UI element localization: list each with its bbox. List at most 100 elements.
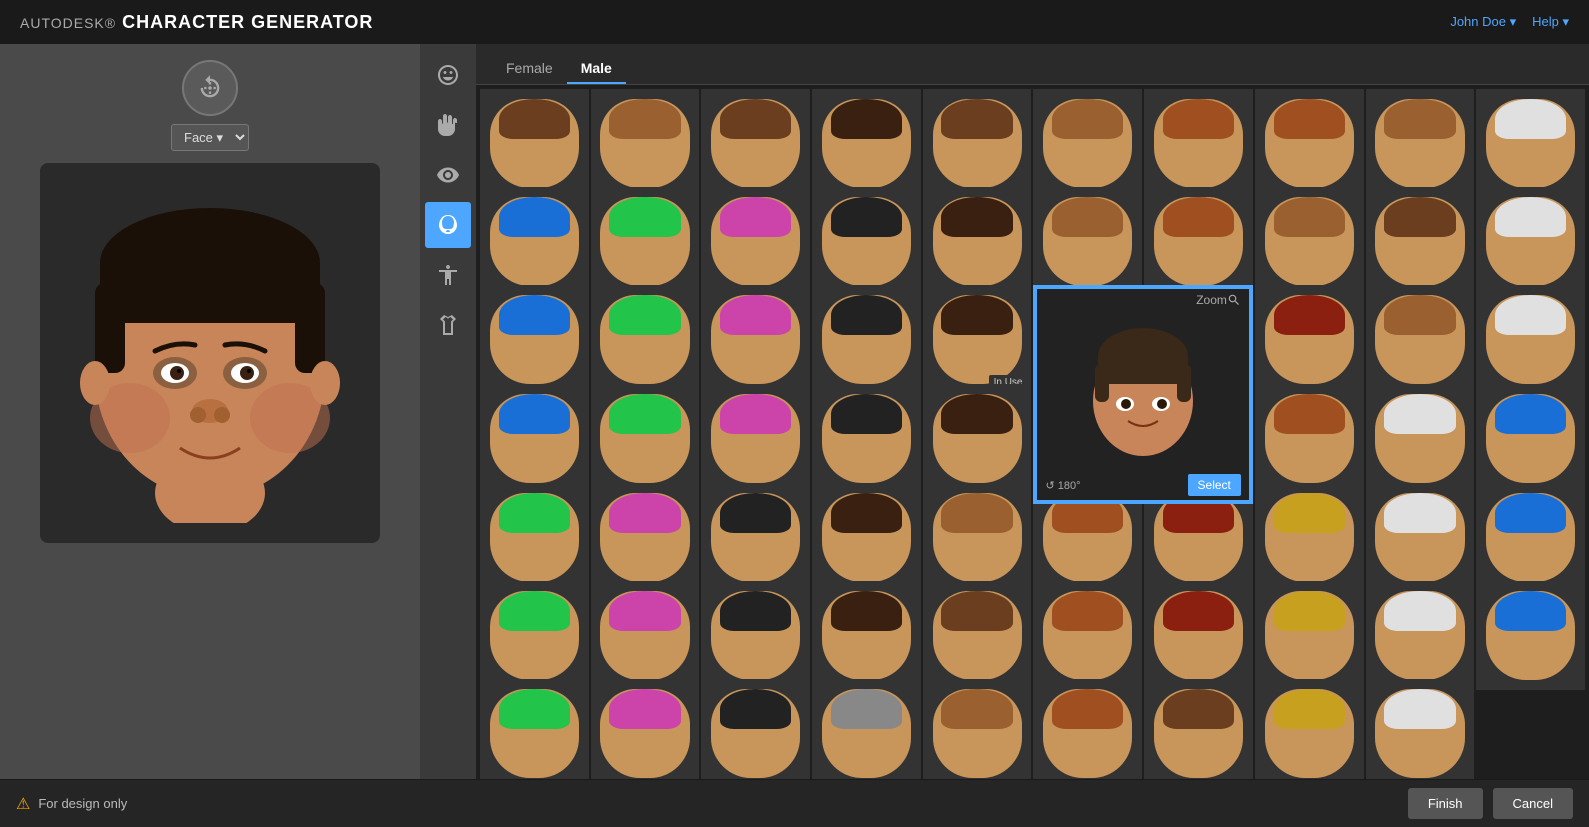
hair-item[interactable]: [1366, 581, 1475, 690]
hair-item[interactable]: [812, 89, 921, 198]
zoom-popup-header[interactable]: Zoom: [1037, 289, 1248, 311]
hair-item[interactable]: [1255, 679, 1364, 779]
hair-item[interactable]: [923, 187, 1032, 296]
hair-item[interactable]: [1255, 581, 1364, 690]
hair-item[interactable]: [812, 483, 921, 592]
hair-item[interactable]: [1255, 384, 1364, 493]
tab-male[interactable]: Male: [567, 54, 626, 84]
hair-item[interactable]: [701, 679, 810, 779]
rotate-label: ↺ 180°: [1045, 479, 1080, 492]
hair-item[interactable]: [1033, 89, 1142, 198]
hair-item[interactable]: [1255, 483, 1364, 592]
hair-item-zoomed[interactable]: Zoom: [1033, 285, 1252, 504]
body-shape-icon: [436, 263, 460, 287]
app-name: CHARACTER GENERATOR: [122, 12, 373, 32]
gender-tabs: Female Male: [476, 44, 1589, 85]
hair-item[interactable]: [591, 483, 700, 592]
hair-item[interactable]: [480, 187, 589, 296]
hair-item[interactable]: [812, 285, 921, 394]
hair-item[interactable]: [701, 483, 810, 592]
sidebar-icon-eye[interactable]: [425, 152, 471, 198]
hair-item[interactable]: [1476, 384, 1585, 493]
hair-item[interactable]: [1255, 187, 1364, 296]
hair-item[interactable]: [701, 285, 810, 394]
bottom-bar: ⚠ For design only Finish Cancel: [0, 779, 1589, 827]
hair-item[interactable]: [1255, 89, 1364, 198]
hair-item[interactable]: [591, 679, 700, 779]
hair-item[interactable]: [1476, 187, 1585, 296]
hair-item[interactable]: [923, 89, 1032, 198]
hair-item[interactable]: [923, 581, 1032, 690]
hair-item[interactable]: [701, 187, 810, 296]
hair-item[interactable]: [701, 89, 810, 198]
nav-controls: [182, 60, 238, 116]
sidebar-icon-clothes[interactable]: [425, 302, 471, 348]
hair-item[interactable]: [812, 581, 921, 690]
hair-item[interactable]: [923, 679, 1032, 779]
finish-button[interactable]: Finish: [1408, 788, 1483, 819]
hair-item[interactable]: [480, 679, 589, 779]
hair-item[interactable]: [1366, 285, 1475, 394]
icon-sidebar: [420, 44, 476, 779]
app-title: AUTODESK® CHARACTER GENERATOR: [20, 12, 373, 33]
hair-item[interactable]: [812, 384, 921, 493]
hair-item[interactable]: [1144, 187, 1253, 296]
warning-text: For design only: [38, 796, 127, 811]
topbar-right: John Doe ▾ Help ▾: [1450, 14, 1569, 30]
hair-item-in-use[interactable]: In Use: [923, 285, 1032, 394]
sidebar-icon-face[interactable]: [425, 52, 471, 98]
character-preview: [40, 163, 380, 543]
hair-grid: In Use Zoom: [476, 85, 1589, 779]
hair-item[interactable]: [1476, 89, 1585, 198]
hair-item[interactable]: [1144, 89, 1253, 198]
rotate-icon: [196, 74, 224, 102]
hair-item[interactable]: [1366, 679, 1475, 779]
cancel-button[interactable]: Cancel: [1493, 788, 1573, 819]
user-menu[interactable]: John Doe ▾: [1450, 14, 1516, 30]
zoomed-head-svg: [1083, 326, 1203, 456]
hair-item[interactable]: [591, 581, 700, 690]
hair-item[interactable]: [591, 187, 700, 296]
topbar: AUTODESK® CHARACTER GENERATOR John Doe ▾…: [0, 0, 1589, 44]
select-button[interactable]: Select: [1188, 474, 1241, 496]
sidebar-icon-hand[interactable]: [425, 102, 471, 148]
hair-item[interactable]: [1033, 187, 1142, 296]
hair-item[interactable]: [1255, 285, 1364, 394]
hair-item[interactable]: [1366, 187, 1475, 296]
hair-item[interactable]: [1476, 581, 1585, 690]
zoom-icon: [1227, 293, 1241, 307]
hair-item[interactable]: [701, 384, 810, 493]
hair-item[interactable]: [480, 285, 589, 394]
sidebar-icon-body[interactable]: [425, 252, 471, 298]
hair-item[interactable]: [591, 89, 700, 198]
hair-item[interactable]: [1366, 483, 1475, 592]
hair-item[interactable]: [480, 384, 589, 493]
hair-item[interactable]: [1144, 581, 1253, 690]
hair-item[interactable]: [1476, 285, 1585, 394]
hair-item[interactable]: [923, 483, 1032, 592]
hair-item[interactable]: [812, 679, 921, 779]
hair-item[interactable]: [923, 384, 1032, 493]
face-dropdown[interactable]: Face ▾: [171, 124, 249, 151]
brand-name: AUTODESK®: [20, 15, 116, 31]
hair-item[interactable]: [812, 187, 921, 296]
tab-female[interactable]: Female: [492, 54, 567, 84]
rotate-control[interactable]: [182, 60, 238, 116]
hair-item[interactable]: [591, 384, 700, 493]
main-layout: Face ▾: [0, 44, 1589, 779]
hair-item[interactable]: [480, 581, 589, 690]
sidebar-icon-hair[interactable]: [425, 202, 471, 248]
help-menu[interactable]: Help ▾: [1532, 14, 1569, 30]
hair-item[interactable]: [1033, 581, 1142, 690]
hair-item[interactable]: [1476, 483, 1585, 592]
zoom-label: Zoom: [1196, 293, 1227, 307]
hair-item[interactable]: [1144, 679, 1253, 779]
hair-item[interactable]: [480, 483, 589, 592]
hair-item[interactable]: [1366, 89, 1475, 198]
hair-item[interactable]: [701, 581, 810, 690]
hair-item[interactable]: [480, 89, 589, 198]
hand-icon: [436, 113, 460, 137]
hair-item[interactable]: [1366, 384, 1475, 493]
hair-item[interactable]: [591, 285, 700, 394]
hair-item[interactable]: [1033, 679, 1142, 779]
